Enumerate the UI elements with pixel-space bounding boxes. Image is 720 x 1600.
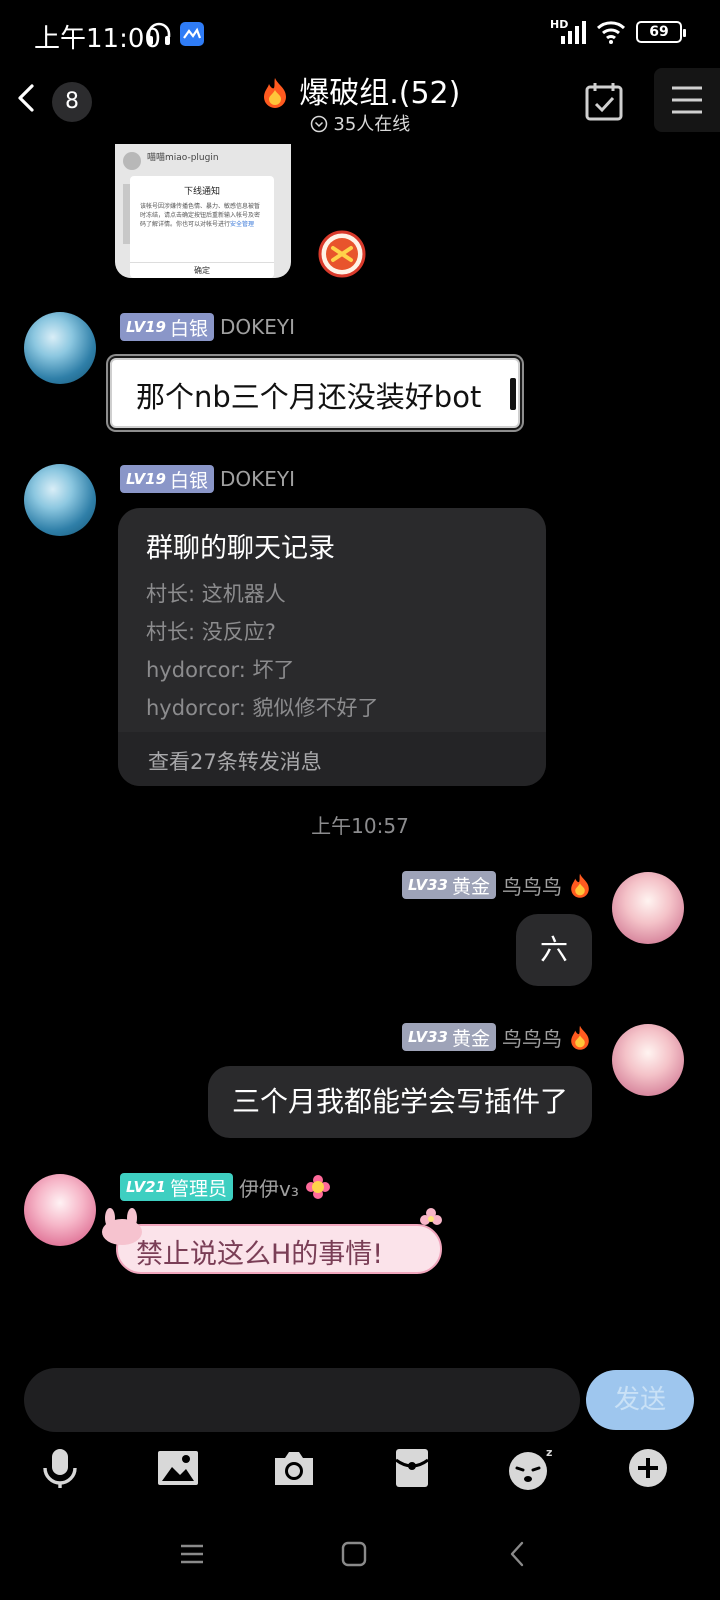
message-input[interactable] bbox=[24, 1368, 580, 1432]
sender-row: LV19 白银 DOKEYI bbox=[120, 312, 295, 342]
forwarded-chat-card[interactable]: 群聊的聊天记录 村长: 这机器人 村长: 没反应? hydorcor: 坏了 h… bbox=[118, 508, 546, 786]
sender-row: LV33 黄金 鸟鸟鸟 bbox=[402, 1022, 592, 1052]
level-badge: LV33 黄金 bbox=[402, 1023, 496, 1051]
fire-icon bbox=[263, 78, 286, 108]
flower-emoji-icon bbox=[305, 1175, 330, 1199]
forward-line: 村长: 这机器人 bbox=[146, 582, 286, 606]
signal-icon: HD bbox=[550, 19, 586, 44]
microphone-icon[interactable] bbox=[36, 1444, 84, 1492]
avatar[interactable] bbox=[612, 1024, 684, 1096]
chevron-circle-icon bbox=[310, 115, 327, 133]
wifi-icon bbox=[596, 21, 626, 44]
fire-icon bbox=[571, 1025, 589, 1050]
message-list[interactable]: 喵喵miao-plugin 下线通知 该帐号因涉嫌传播色情、暴力、敏感信息被暂时… bbox=[0, 140, 720, 1360]
status-bar: 上午11:00 HD 69 bbox=[0, 0, 720, 66]
message-text: 三个月我都能学会写插件了 bbox=[231, 1085, 568, 1118]
status-time: 上午11:00 bbox=[34, 24, 161, 54]
forward-line: 村长: 没反应? bbox=[146, 620, 276, 644]
red-packet-icon[interactable] bbox=[388, 1444, 436, 1492]
sender-row: LV33 黄金 鸟鸟鸟 bbox=[402, 870, 592, 900]
send-button[interactable]: 发送 bbox=[586, 1370, 694, 1430]
menu-icon[interactable] bbox=[654, 68, 720, 132]
avatar[interactable] bbox=[24, 464, 96, 536]
forward-line: hydorcor: 貌似修不好了 bbox=[146, 696, 379, 720]
image-icon[interactable] bbox=[154, 1444, 202, 1492]
group-name: 爆破组.(52) bbox=[299, 76, 461, 111]
forward-line: hydorcor: 坏了 bbox=[146, 658, 295, 682]
sender-row: LV21 管理员 伊伊v₃ bbox=[120, 1172, 331, 1202]
avatar[interactable] bbox=[24, 1174, 96, 1246]
system-navigation-bar bbox=[0, 1520, 720, 1600]
message-text: 禁止说这么H的事情! bbox=[136, 1239, 384, 1270]
message-text: 那个nb三个月还没装好bot bbox=[136, 380, 482, 414]
sender-name[interactable]: 伊伊v₃ bbox=[239, 1173, 299, 1202]
message-bubble[interactable]: 六 bbox=[515, 914, 592, 986]
headphones-icon bbox=[147, 22, 171, 45]
time-separator: 上午10:57 bbox=[311, 814, 409, 838]
home-icon[interactable] bbox=[340, 1540, 368, 1568]
battery-indicator: 69 bbox=[636, 21, 686, 43]
message-text: 六 bbox=[539, 933, 568, 966]
sender-name[interactable]: 鸟鸟鸟 bbox=[502, 1023, 562, 1052]
sender-name[interactable]: DOKEYI bbox=[220, 315, 295, 339]
avatar[interactable] bbox=[24, 312, 96, 384]
recent-apps-icon[interactable] bbox=[178, 1540, 206, 1568]
sender-row: LV19 白银 DOKEYI bbox=[120, 464, 295, 494]
emoji-icon[interactable]: z bbox=[506, 1444, 558, 1494]
status-indicators: HD 69 bbox=[550, 19, 686, 44]
screenshot-dialog-text: 该帐号因涉嫌传播色情、暴力、敏感信息被暂时冻结，请点击确定按钮后重新输入帐号及密… bbox=[140, 203, 261, 228]
sticker-emoji-icon[interactable] bbox=[318, 230, 366, 278]
plus-icon[interactable] bbox=[624, 1444, 672, 1492]
calendar-check-icon[interactable] bbox=[574, 74, 634, 132]
app-notification-icon bbox=[180, 22, 204, 46]
chat-header: 8 爆破组.(52) 35人在线 bbox=[0, 66, 720, 140]
screenshot-avatar bbox=[123, 152, 141, 170]
screenshot-dialog: 下线通知 该帐号因涉嫌传播色情、暴力、敏感信息被暂时冻结，请点击确定按钮后重新输… bbox=[130, 176, 274, 278]
level-badge: LV19 白银 bbox=[120, 313, 214, 341]
forward-footer-label: 查看27条转发消息 bbox=[148, 750, 322, 774]
online-count: 35人在线 bbox=[333, 114, 411, 135]
svg-text:z: z bbox=[546, 1446, 552, 1459]
sender-name[interactable]: 鸟鸟鸟 bbox=[502, 871, 562, 900]
avatar[interactable] bbox=[612, 872, 684, 944]
sender-name[interactable]: DOKEYI bbox=[220, 467, 295, 491]
screenshot-image-message[interactable]: 喵喵miao-plugin 下线通知 该帐号因涉嫌传播色情、暴力、敏感信息被暂时… bbox=[115, 144, 291, 278]
level-badge: LV33 黄金 bbox=[402, 871, 496, 899]
message-bubble[interactable]: 三个月我都能学会写插件了 bbox=[207, 1066, 592, 1138]
level-badge: LV19 白银 bbox=[120, 465, 214, 493]
nav-back-icon[interactable] bbox=[504, 1540, 532, 1568]
fire-icon bbox=[571, 873, 589, 898]
bubble-decoration bbox=[510, 378, 516, 410]
message-bubble[interactable]: 那个nb三个月还没装好bot bbox=[110, 358, 520, 428]
camera-icon[interactable] bbox=[270, 1444, 318, 1492]
screenshot-dialog-ok: 确定 bbox=[130, 262, 274, 278]
message-bubble[interactable]: 禁止说这么H的事情! bbox=[102, 1208, 444, 1280]
screenshot-dialog-title: 下线通知 bbox=[183, 187, 220, 197]
level-badge: LV21 管理员 bbox=[120, 1173, 233, 1201]
screenshot-app-name: 喵喵miao-plugin bbox=[147, 153, 219, 163]
blossom-decoration-icon bbox=[420, 1208, 442, 1225]
forward-title: 群聊的聊天记录 bbox=[146, 533, 335, 564]
forward-footer[interactable]: 查看27条转发消息 bbox=[118, 732, 546, 786]
